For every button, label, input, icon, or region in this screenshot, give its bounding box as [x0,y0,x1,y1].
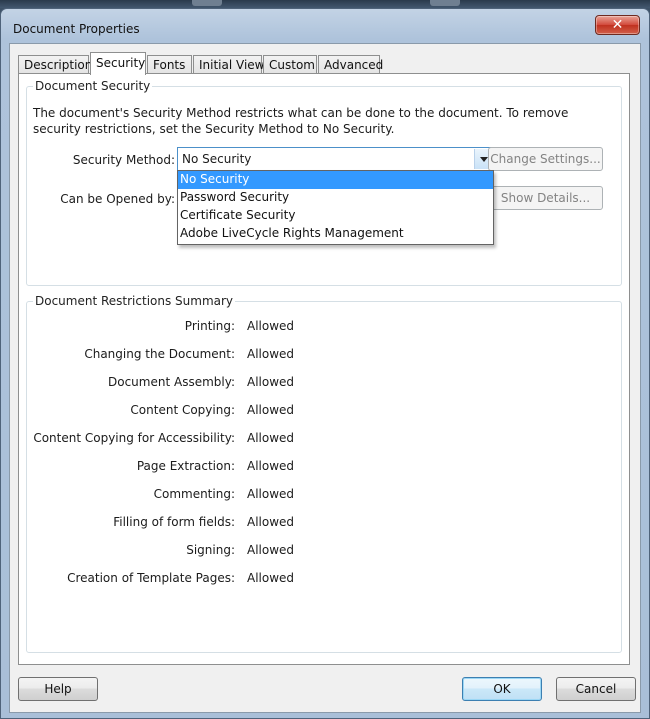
change-settings-button[interactable]: Change Settings... [488,147,603,171]
restriction-value-printing: Allowed [247,319,295,333]
restriction-label-page-extraction: Page Extraction: [136,459,235,473]
restriction-label-creation-template-pages: Creation of Template Pages: [67,571,235,585]
restriction-value-document-assembly: Allowed [247,375,295,389]
restriction-value-filling-form-fields: Allowed [247,515,295,529]
cancel-button[interactable]: Cancel [556,677,636,701]
desktop-background [0,0,650,8]
security-description-text: The document's Security Method restricts… [33,106,569,136]
title-bar[interactable]: Document Properties ✕ [1,9,649,43]
dialog-client-area: Description Security Fonts Initial View … [9,43,641,713]
document-security-group-title: Document Security [33,79,153,93]
document-restrictions-group-title: Document Restrictions Summary [33,294,236,308]
restriction-value-commenting: Allowed [247,487,295,501]
restriction-label-signing: Signing: [186,543,235,557]
security-method-dropdown: No Security Password Security Certificat… [177,170,494,245]
restriction-label-document-assembly: Document Assembly: [108,375,235,389]
document-properties-dialog: Document Properties ✕ Description Securi… [0,8,650,719]
restriction-value-content-copying-accessibility: Allowed [247,431,295,445]
close-icon: ✕ [611,17,624,33]
ok-button[interactable]: OK [462,677,542,701]
help-button[interactable]: Help [18,677,98,701]
restriction-label-content-copying: Content Copying: [130,403,235,417]
window-title: Document Properties [13,22,140,36]
show-details-button[interactable]: Show Details... [488,186,603,210]
restriction-label-content-copying-accessibility: Content Copying for Accessibility: [33,431,235,445]
security-method-select[interactable]: No Security [177,147,493,171]
tab-initial-view[interactable]: Initial View [193,55,265,74]
option-certificate-security[interactable]: Certificate Security [178,207,493,225]
security-method-value: No Security [182,152,252,166]
security-tab-panel: Document Security The document's Securit… [18,73,630,665]
tab-advanced[interactable]: Advanced [318,55,383,74]
background-window-fragment [192,0,222,6]
restriction-value-changing-document: Allowed [247,347,295,361]
restriction-label-filling-form-fields: Filling of form fields: [113,515,235,529]
tab-fonts[interactable]: Fonts [147,55,192,74]
restriction-value-signing: Allowed [247,543,295,557]
tab-custom[interactable]: Custom [263,55,317,74]
background-window-fragment [430,0,460,6]
restriction-label-printing: Printing: [184,319,235,333]
option-password-security[interactable]: Password Security [178,189,493,207]
restriction-label-changing-document: Changing the Document: [84,347,235,361]
restriction-value-content-copying: Allowed [247,403,295,417]
tab-description[interactable]: Description [18,55,92,74]
option-adobe-livecycle-rights-management[interactable]: Adobe LiveCycle Rights Management [178,225,493,243]
tab-security[interactable]: Security [90,52,146,75]
close-button[interactable]: ✕ [595,15,640,35]
restriction-value-creation-template-pages: Allowed [247,571,295,585]
can-be-opened-by-label: Can be Opened by: [60,192,175,206]
option-no-security[interactable]: No Security [178,171,493,189]
security-method-label: Security Method: [72,153,175,167]
restriction-value-page-extraction: Allowed [247,459,295,473]
restriction-label-commenting: Commenting: [153,487,235,501]
